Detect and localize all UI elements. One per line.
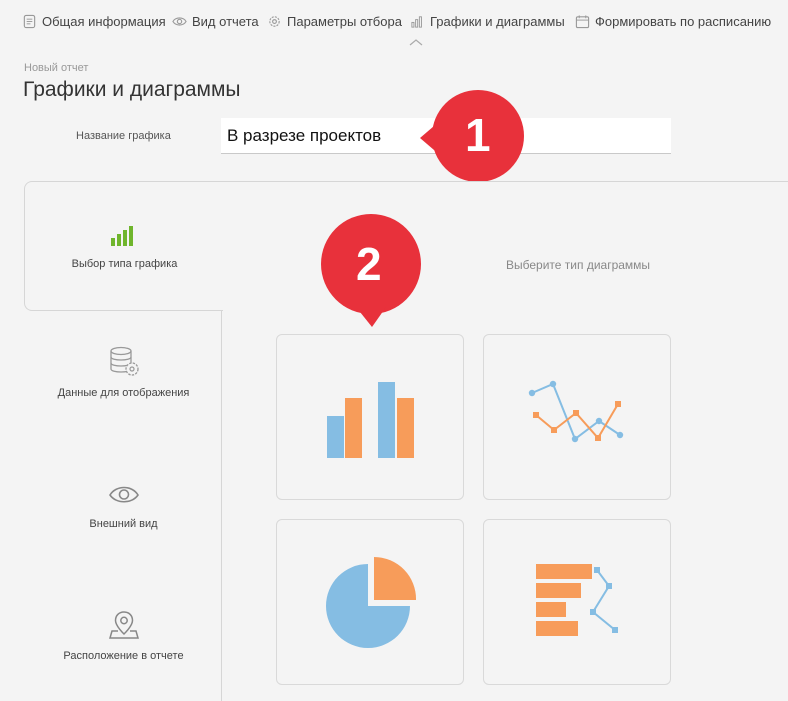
- line-chart-icon: [528, 380, 624, 443]
- chart-type-card-pie[interactable]: [276, 519, 464, 685]
- map-pin-icon: [108, 611, 139, 639]
- page-subtitle: Новый отчет: [24, 62, 89, 74]
- chart-type-card-horizontal-bar[interactable]: [483, 519, 671, 685]
- eye-icon: [172, 17, 187, 26]
- callout-badge-2: 2: [320, 213, 424, 329]
- callout-badge-1: 1: [418, 84, 528, 184]
- tab-data[interactable]: Данные для отображения: [24, 330, 223, 460]
- document-icon: [23, 14, 36, 29]
- top-nav: Общая информация Вид отчета Параметры от…: [0, 0, 788, 50]
- chart-icon: [411, 16, 422, 28]
- tab-appearance[interactable]: Внешний вид: [24, 460, 223, 590]
- badge-number: 1: [465, 109, 491, 161]
- tab-label: Расположение в отчете: [63, 650, 184, 662]
- chart-type-hint: Выберите тип диаграммы: [506, 258, 651, 272]
- nav-item-view[interactable]: Вид отчета: [172, 14, 259, 29]
- bar-chart-icon: [327, 382, 414, 458]
- eye-icon: [108, 486, 139, 503]
- nav-item-general[interactable]: Общая информация: [22, 14, 166, 29]
- nav-item-schedule[interactable]: Формировать по расписанию: [575, 14, 771, 29]
- horizontal-bar-chart-icon: [536, 564, 618, 636]
- chart-type-card-bar[interactable]: [276, 334, 464, 500]
- tab-label: Данные для отображения: [57, 387, 190, 399]
- pie-chart-icon: [326, 557, 417, 648]
- page-title: Графики и диаграммы: [23, 78, 241, 101]
- nav-item-label: Вид отчета: [192, 14, 259, 29]
- badge-number: 2: [356, 238, 382, 290]
- chart-type-card-line[interactable]: [483, 334, 671, 500]
- nav-item-label: Формировать по расписанию: [595, 14, 772, 29]
- nav-item-label: Параметры отбора: [287, 14, 402, 29]
- active-caret-icon: [409, 39, 423, 46]
- nav-item-label: Общая информация: [42, 14, 166, 29]
- tab-label: Внешний вид: [89, 518, 158, 530]
- bar-chart-icon: [111, 226, 133, 246]
- nav-item-label: Графики и диаграммы: [430, 14, 565, 29]
- gear-icon: [269, 16, 280, 27]
- nav-item-filters[interactable]: Параметры отбора: [267, 14, 402, 29]
- chart-name-label: Название графика: [76, 130, 171, 142]
- tab-label: Выбор типа графика: [71, 258, 178, 270]
- database-gear-icon: [109, 346, 139, 376]
- calendar-icon: [575, 15, 590, 29]
- tab-chart-type[interactable]: Выбор типа графика: [24, 181, 223, 311]
- nav-item-charts[interactable]: Графики и диаграммы: [410, 14, 565, 29]
- tab-placement[interactable]: Расположение в отчете: [24, 595, 223, 701]
